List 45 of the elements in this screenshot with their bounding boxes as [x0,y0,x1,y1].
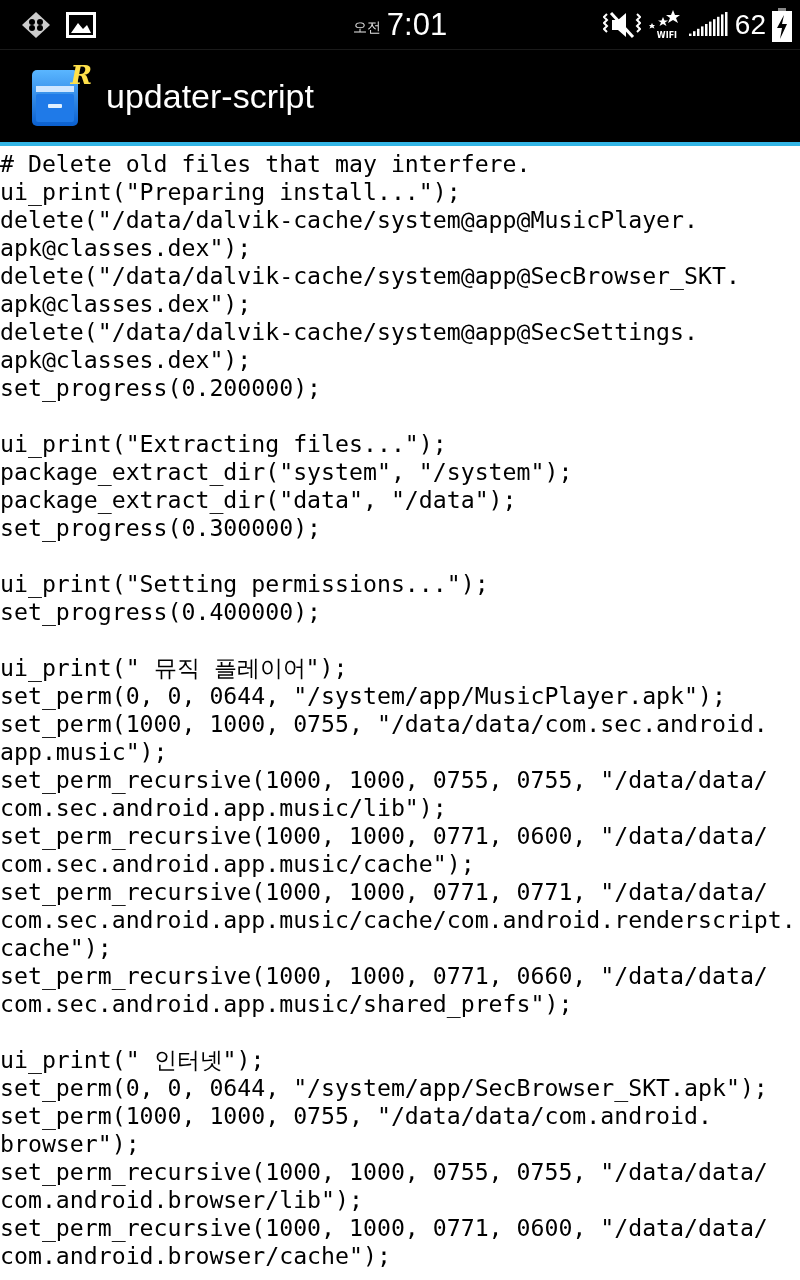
code-line: set_perm_recursive(1000, 1000, 0771, 0771, "/data/data/ [0,878,769,906]
app-notification-icon [20,10,52,39]
code-line: set_perm_recursive(1000, 1000, 0771, 0600, "/data/data/ [0,822,769,850]
code-line: com.sec.android.app.music/cache/com.android.renderscript. [0,906,797,934]
code-line: package_extract_dir("system", "/system"); [0,458,574,486]
code-line: com.sec.android.app.music/shared_prefs"); [0,990,574,1018]
vibrate-mute-icon [602,9,641,40]
code-line: ui_print("Preparing install..."); [0,178,462,206]
battery-charging-icon [772,7,792,42]
code-line: set_perm_recursive(1000, 1000, 0771, 0600, "/data/data/ [0,1214,769,1242]
code-line: set_perm(0, 0, 0644, "/system/app/SecBrowser_SKT.apk"); [0,1074,769,1102]
code-line: set_perm_recursive(1000, 1000, 0771, 0660, "/data/data/ [0,962,769,990]
code-line: com.sec.android.app.music/cache"); [0,850,476,878]
code-line: ui_print("Setting permissions..."); [0,570,490,598]
code-line: # Delete old files that may interfere. [0,150,532,178]
code-line: com.sec.android.app.music/lib"); [0,794,448,822]
code-line: cache"); [0,934,113,962]
code-line: set_perm_recursive(1000, 1000, 0755, 0755, "/data/data/ [0,1158,769,1186]
code-line: ui_print(" 인터넷"); [0,1046,266,1074]
code-line: delete("/data/dalvik-cache/system@app@SecSettings. [0,318,699,346]
code-line: set_perm(1000, 1000, 0755, "/data/data/com.sec.android. [0,710,769,738]
code-line: app.music"); [0,738,169,766]
code-line: package_extract_dir("data", "/data"); [0,486,518,514]
battery-level: 62 [734,8,766,41]
code-line: browser"); [0,1130,141,1158]
file-title: updater-script [106,76,314,116]
code-line: delete("/data/dalvik-cache/system@app@SecBrowser_SKT. [0,262,741,290]
code-line: set_perm_recursive(1000, 1000, 0755, 0755, "/data/data/ [0,766,769,794]
code-line: apk@classes.dex"); [0,346,253,374]
clock-time: 7:01 [386,6,448,43]
code-line: apk@classes.dex"); [0,290,253,318]
code-line: set_perm(1000, 1000, 0755, "/data/data/com.android. [0,1102,713,1130]
time-period: 오전 [352,18,381,37]
code-line: set_progress(0.200000); [0,374,323,402]
code-line: ui_print("Extracting files..."); [0,430,448,458]
code-line: ui_print(" 뮤직 플레이어"); [0,654,349,682]
code-line: com.android.browser/lib"); [0,1186,364,1214]
code-line: delete("/data/dalvik-cache/system@app@MusicPlayer. [0,206,699,234]
signal-icon [688,11,729,38]
code-line: set_perm(0, 0, 0644, "/system/app/MusicPlayer.apk"); [0,682,727,710]
code-line: com.android.browser/cache"); [0,1242,392,1270]
code-line: set_progress(0.300000); [0,514,323,542]
code-line: apk@classes.dex"); [0,234,253,262]
code-line: set_progress(0.400000); [0,598,323,626]
image-icon [66,11,96,38]
